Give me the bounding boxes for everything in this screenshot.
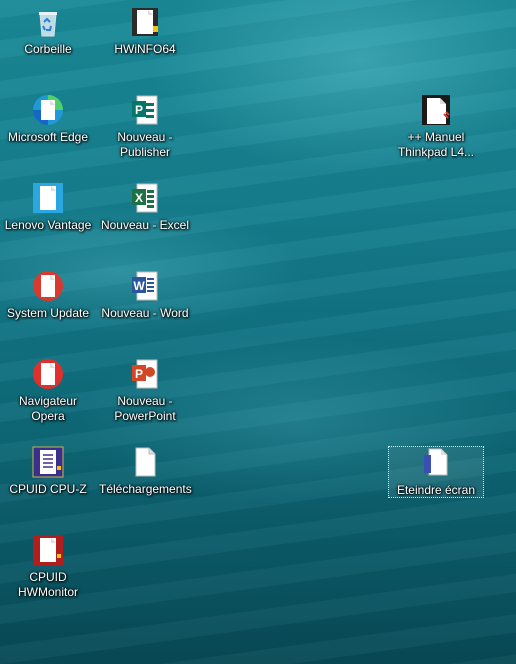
desktop-icon-label: Navigateur Opera [18, 394, 78, 423]
desktop-icon-label: Nouveau - Publisher [117, 130, 173, 159]
desktop-icon-eteindre-ecran[interactable]: Eteindre écran [388, 446, 484, 498]
cpuz-icon [32, 446, 64, 478]
desktop-icon-label: Nouveau - Word [101, 306, 189, 320]
powerpoint-icon: P [129, 358, 161, 390]
desktop-icon-word[interactable]: W Nouveau - Word [97, 264, 193, 344]
desktop-icon-manuel-thinkpad[interactable]: ++ Manuel Thinkpad L4... [388, 88, 484, 168]
desktop-icon-label: Nouveau - PowerPoint [114, 394, 176, 423]
desktop-icon-hwinfo64[interactable]: HWiNFO64 [97, 0, 193, 80]
svg-text:W: W [133, 279, 145, 293]
desktop-icon-system-update[interactable]: System Update [0, 264, 96, 344]
desktop-icon-label: Microsoft Edge [7, 130, 89, 144]
desktop-icon-cpuz[interactable]: CPUID CPU-Z [0, 440, 96, 520]
pdf-manual-icon [420, 94, 452, 126]
hwinfo-icon [129, 6, 161, 38]
desktop-icon-hwmonitor[interactable]: CPUID HWMonitor [0, 528, 96, 608]
desktop-icon-label: System Update [6, 306, 90, 320]
shutdown-screen-icon [420, 447, 452, 479]
lenovo-vantage-icon [32, 182, 64, 214]
word-icon: W [129, 270, 161, 302]
desktop-icon-excel[interactable]: X Nouveau - Excel [97, 176, 193, 256]
desktop-icon-label: CPUID CPU-Z [9, 482, 87, 496]
hwmonitor-icon [32, 534, 64, 566]
desktop-icon-label: Corbeille [24, 42, 72, 56]
desktop-icon-label: Eteindre écran [396, 483, 476, 497]
desktop-icon-corbeille[interactable]: Corbeille [0, 0, 96, 80]
desktop-icon-telechargements[interactable]: Téléchargements [97, 440, 193, 520]
desktop-icon-label: Téléchargements [99, 482, 192, 496]
desktop-icon-lenovo-vantage[interactable]: Lenovo Vantage [0, 176, 96, 256]
desktop-icon-label: CPUID HWMonitor [17, 570, 78, 599]
edge-icon [32, 94, 64, 126]
svg-text:P: P [135, 367, 143, 381]
recycle-bin-icon [32, 6, 64, 38]
desktop-icon-publisher[interactable]: P Nouveau - Publisher [97, 88, 193, 168]
desktop-icon-label: ++ Manuel Thinkpad L4... [397, 130, 475, 159]
desktop-icon-powerpoint[interactable]: P Nouveau - PowerPoint [97, 352, 193, 432]
excel-icon: X [129, 182, 161, 214]
svg-text:X: X [135, 191, 143, 205]
publisher-icon: P [129, 94, 161, 126]
desktop[interactable]: Corbeille Microsoft Edge Lenovo Vantage [0, 0, 516, 664]
desktop-icon-edge[interactable]: Microsoft Edge [0, 88, 96, 168]
desktop-icon-opera[interactable]: Navigateur Opera [0, 352, 96, 432]
desktop-icon-label: Nouveau - Excel [100, 218, 190, 232]
desktop-icon-label: HWiNFO64 [114, 42, 176, 56]
shortcut-file-icon [129, 446, 161, 478]
svg-text:P: P [135, 103, 143, 117]
desktop-icon-label: Lenovo Vantage [4, 218, 92, 232]
opera-icon [32, 358, 64, 390]
system-update-icon [32, 270, 64, 302]
